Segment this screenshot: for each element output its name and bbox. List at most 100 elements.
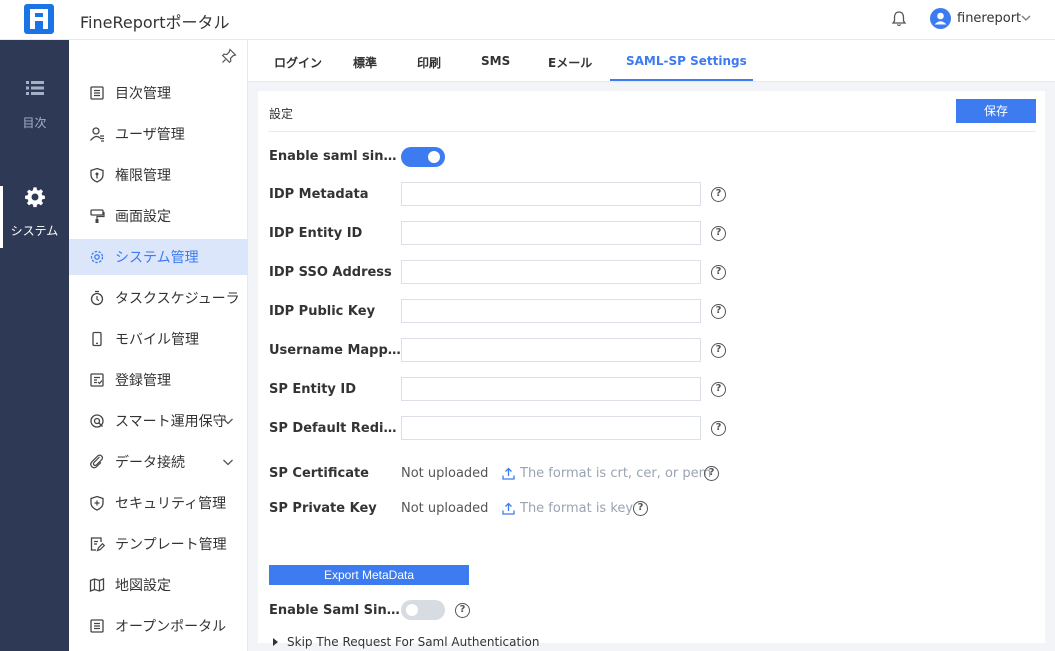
user-name[interactable]: finereport <box>957 11 1021 26</box>
username-mapping-field[interactable] <box>401 338 701 362</box>
directory-icon <box>90 86 104 100</box>
sidebar-item-label: モバイル管理 <box>115 332 199 348</box>
sidebar-item-template-management[interactable]: テンプレート管理 <box>69 526 248 562</box>
chevron-down-icon[interactable] <box>222 415 234 427</box>
sidebar-item-mobile-management[interactable]: モバイル管理 <box>69 321 248 357</box>
sidebar-item-label: 登録管理 <box>115 373 171 389</box>
sp-default-redirect-label: SP Default Redirec··· <box>269 421 401 436</box>
toggle-knob <box>406 604 418 616</box>
idp-public-key-label: IDP Public Key <box>269 304 376 319</box>
gear-icon <box>24 187 45 208</box>
sp-private-key-upload[interactable]: The format is key <box>502 501 633 516</box>
sidebar-item-label: データ接続 <box>115 455 185 471</box>
sp-certificate-hint: The format is crt, cer, or pem <box>520 466 712 481</box>
sidebar-item-screen-settings[interactable]: 画面設定 <box>69 198 248 234</box>
sidebar-item-data-connection[interactable]: データ接続 <box>69 444 248 480</box>
toggle-knob <box>428 151 440 163</box>
link-icon <box>90 454 104 469</box>
sp-entity-id-label: SP Entity ID <box>269 382 357 397</box>
sp-private-key-label: SP Private Key <box>269 501 377 516</box>
active-tab-indicator <box>610 79 753 81</box>
clock-icon <box>90 290 104 306</box>
tab-print[interactable]: 印刷 <box>417 54 441 71</box>
tab-sms[interactable]: SMS <box>481 54 510 68</box>
sidebar-item-user-management[interactable]: ユーザ管理 <box>69 116 248 152</box>
idp-sso-address-field[interactable] <box>401 260 701 284</box>
sidebar-item-task-scheduler[interactable]: タスクスケジューラ <box>69 280 248 316</box>
rail-item-label: 目次 <box>22 116 47 130</box>
idp-entity-id-field[interactable] <box>401 221 701 245</box>
sidebar-item-label: ユーザ管理 <box>115 127 185 143</box>
chevron-down-icon[interactable] <box>222 456 234 468</box>
enable-slo-toggle[interactable] <box>401 600 445 620</box>
idp-metadata-field[interactable] <box>401 182 701 206</box>
rail-item-system[interactable]: システム <box>0 186 69 248</box>
sp-entity-id-field[interactable] <box>401 377 701 401</box>
sidebar-item-label: 目次管理 <box>115 86 171 102</box>
help-icon[interactable]: ? <box>711 304 726 319</box>
sidebar-item-label: 画面設定 <box>115 209 171 225</box>
panel-title: 設定 <box>269 107 294 121</box>
save-button[interactable]: 保存 <box>956 99 1036 123</box>
help-icon[interactable]: ? <box>711 382 726 397</box>
sidebar-item-security-management[interactable]: セキュリティ管理 <box>69 485 248 521</box>
export-metadata-button[interactable]: Export MetaData <box>269 565 469 585</box>
sp-certificate-label: SP Certificate <box>269 466 370 481</box>
help-icon[interactable]: ? <box>711 265 726 280</box>
username-mapping-label: Username Mapping <box>269 343 401 358</box>
help-icon[interactable]: ? <box>455 603 470 618</box>
help-icon[interactable]: ? <box>704 466 719 481</box>
skip-request-expander[interactable]: Skip The Request For Saml Authentication <box>273 635 540 649</box>
mobile-icon <box>92 331 102 347</box>
map-icon <box>89 578 105 592</box>
security-icon <box>90 495 104 511</box>
divider <box>268 131 1036 132</box>
sidebar-item-map-settings[interactable]: 地図設定 <box>69 567 248 603</box>
tab-login[interactable]: ログイン <box>274 54 322 71</box>
sidebar-item-label: テンプレート管理 <box>115 537 227 553</box>
tab-email[interactable]: Eメール <box>548 54 592 71</box>
help-icon[interactable]: ? <box>711 226 726 241</box>
finereport-logo-icon <box>24 4 54 34</box>
sidebar-item-permission-management[interactable]: 権限管理 <box>69 157 248 193</box>
sp-private-key-hint: The format is key <box>520 501 634 516</box>
sidebar-item-system-management[interactable]: システム管理 <box>69 239 248 275</box>
sp-certificate-upload[interactable]: The format is crt, cer, or pem <box>502 466 711 481</box>
enable-slo-label: Enable Saml Singl··· <box>269 603 401 618</box>
rail-item-directory[interactable]: 目次 <box>0 78 69 148</box>
registration-icon <box>90 373 104 387</box>
rail-item-label: システム <box>10 224 59 238</box>
chevron-down-icon[interactable] <box>1020 12 1032 24</box>
sidebar-item-registration-management[interactable]: 登録管理 <box>69 362 248 398</box>
help-icon[interactable]: ? <box>711 343 726 358</box>
top-header: FineReportポータル finereport <box>0 0 1055 40</box>
sidebar-item-label: システム管理 <box>115 250 199 266</box>
list-icon <box>25 81 44 95</box>
bell-icon[interactable] <box>890 10 908 28</box>
tab-standard[interactable]: 標準 <box>353 54 377 71</box>
user-icon <box>90 127 104 142</box>
gear-icon <box>90 250 104 264</box>
left-rail: 目次 システム <box>0 40 69 651</box>
sidebar-item-label: オープンポータル <box>115 619 227 635</box>
sp-default-redirect-field[interactable] <box>401 416 701 440</box>
idp-entity-id-label: IDP Entity ID <box>269 226 363 241</box>
enable-sso-toggle[interactable] <box>401 147 445 167</box>
upload-icon <box>502 502 515 515</box>
help-icon[interactable]: ? <box>711 187 726 202</box>
sidebar-item-directory-management[interactable]: 目次管理 <box>69 75 248 111</box>
tab-saml-sp-settings[interactable]: SAML-SP Settings <box>626 54 747 68</box>
settings-tabs: ログイン 標準 印刷 SMS Eメール SAML-SP Settings <box>248 40 1055 82</box>
settings-panel: 設定 保存 Enable saml single··· IDP Metadata… <box>258 91 1045 649</box>
help-icon[interactable]: ? <box>711 421 726 436</box>
avatar[interactable] <box>930 8 951 29</box>
sp-private-key-status: Not uploaded <box>401 501 489 516</box>
idp-public-key-field[interactable] <box>401 299 701 323</box>
help-icon[interactable]: ? <box>633 501 648 516</box>
app-title: FineReportポータル <box>80 13 230 32</box>
idp-metadata-label: IDP Metadata <box>269 187 369 202</box>
sidebar-item-label: セキュリティ管理 <box>115 496 227 512</box>
sidebar-item-smart-maintenance[interactable]: スマート運用保守 <box>69 403 248 439</box>
sidebar-item-open-portal[interactable]: オープンポータル <box>69 608 248 644</box>
pin-icon[interactable] <box>221 48 237 64</box>
